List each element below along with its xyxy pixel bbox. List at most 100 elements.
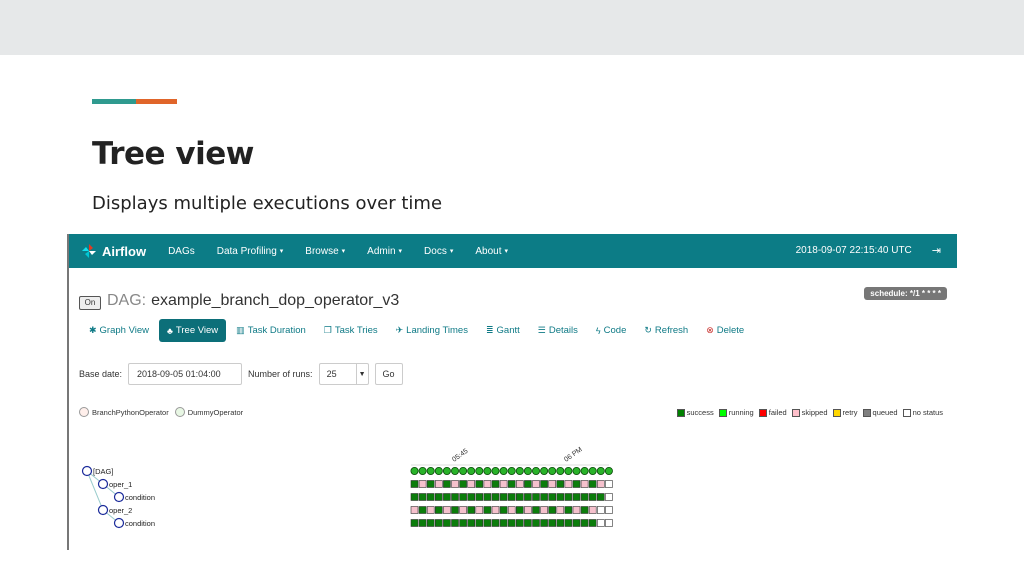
task-instance-square[interactable]: [605, 506, 613, 514]
task-instance-square[interactable]: [548, 519, 557, 527]
task-instance-square[interactable]: [596, 519, 605, 527]
tab-details[interactable]: ☰ Details: [530, 319, 586, 342]
dag-run-circle[interactable]: [531, 467, 540, 476]
task-instance-square[interactable]: [491, 519, 500, 527]
dag-run-circle[interactable]: [515, 467, 524, 476]
dag-run-circle[interactable]: [450, 467, 459, 476]
task-instance-square[interactable]: [426, 506, 435, 514]
task-instance-square[interactable]: [434, 480, 443, 488]
task-instance-square[interactable]: [596, 506, 605, 514]
tree-node-icon[interactable]: [81, 465, 93, 477]
task-instance-square[interactable]: [418, 493, 427, 501]
dag-run-circle[interactable]: [410, 467, 419, 476]
task-instance-square[interactable]: [483, 480, 492, 488]
task-instance-square[interactable]: [475, 506, 484, 514]
dag-run-circle[interactable]: [491, 467, 500, 476]
task-instance-square[interactable]: [451, 519, 459, 527]
dag-run-circle[interactable]: [523, 467, 532, 476]
task-instance-square[interactable]: [580, 493, 589, 501]
task-instance-square[interactable]: [507, 493, 516, 501]
dag-run-circle[interactable]: [604, 467, 613, 476]
task-instance-square[interactable]: [499, 519, 508, 527]
task-instance-square[interactable]: [540, 519, 548, 527]
nav-item-about[interactable]: About ▾: [475, 246, 508, 257]
dag-run-circle[interactable]: [467, 467, 476, 476]
tab-task-tries[interactable]: ❐ Task Tries: [316, 319, 386, 342]
tab-graph-view[interactable]: ✱ Graph View: [81, 319, 157, 342]
dag-run-circle[interactable]: [475, 467, 484, 476]
nav-item-admin[interactable]: Admin ▾: [367, 246, 402, 257]
task-instance-square[interactable]: [451, 506, 459, 514]
go-button[interactable]: Go: [374, 363, 403, 385]
task-instance-square[interactable]: [540, 493, 548, 501]
task-instance-square[interactable]: [475, 480, 484, 488]
task-instance-square[interactable]: [410, 519, 419, 527]
sign-out-icon[interactable]: ⇥: [932, 244, 941, 257]
task-instance-square[interactable]: [596, 480, 605, 488]
tree-node-icon[interactable]: [97, 478, 109, 490]
task-instance-square[interactable]: [418, 519, 427, 527]
task-instance-square[interactable]: [588, 480, 597, 488]
task-instance-square[interactable]: [426, 519, 435, 527]
brand-logo[interactable]: Airflow: [81, 243, 146, 259]
task-instance-square[interactable]: [564, 493, 573, 501]
nav-item-data-profiling[interactable]: Data Profiling ▾: [217, 246, 284, 257]
dag-run-circle[interactable]: [564, 467, 573, 476]
dag-run-circle[interactable]: [426, 467, 435, 476]
dag-run-circle[interactable]: [572, 467, 581, 476]
dag-run-circle[interactable]: [556, 467, 565, 476]
task-instance-square[interactable]: [515, 493, 524, 501]
task-instance-square[interactable]: [548, 480, 557, 488]
task-instance-square[interactable]: [580, 519, 589, 527]
task-instance-square[interactable]: [524, 519, 532, 527]
tree-node-icon[interactable]: [113, 491, 125, 503]
dag-toggle[interactable]: On: [79, 296, 101, 310]
dag-run-circle[interactable]: [548, 467, 557, 476]
task-instance-square[interactable]: [532, 519, 540, 527]
task-instance-square[interactable]: [410, 506, 419, 514]
task-instance-square[interactable]: [467, 493, 476, 501]
task-instance-square[interactable]: [524, 506, 532, 514]
task-instance-square[interactable]: [588, 493, 597, 501]
task-instance-square[interactable]: [515, 506, 524, 514]
task-instance-square[interactable]: [467, 506, 476, 514]
dag-run-circle[interactable]: [580, 467, 589, 476]
task-instance-square[interactable]: [451, 493, 459, 501]
task-instance-square[interactable]: [605, 519, 613, 527]
task-instance-square[interactable]: [475, 519, 484, 527]
task-instance-square[interactable]: [499, 480, 508, 488]
dag-run-circle[interactable]: [434, 467, 443, 476]
task-instance-square[interactable]: [459, 506, 467, 514]
dag-run-circle[interactable]: [499, 467, 508, 476]
tree-node-icon[interactable]: [97, 504, 109, 516]
task-instance-square[interactable]: [588, 519, 597, 527]
task-instance-square[interactable]: [564, 480, 573, 488]
dag-run-circle[interactable]: [442, 467, 451, 476]
task-instance-square[interactable]: [459, 519, 467, 527]
task-instance-square[interactable]: [515, 519, 524, 527]
task-instance-square[interactable]: [426, 493, 435, 501]
task-instance-square[interactable]: [532, 493, 540, 501]
task-instance-square[interactable]: [418, 480, 427, 488]
nav-item-docs[interactable]: Docs ▾: [424, 246, 453, 257]
task-instance-square[interactable]: [524, 493, 532, 501]
task-instance-square[interactable]: [491, 493, 500, 501]
task-instance-square[interactable]: [540, 480, 548, 488]
task-instance-square[interactable]: [532, 506, 540, 514]
task-instance-square[interactable]: [572, 480, 581, 488]
task-instance-square[interactable]: [426, 480, 435, 488]
task-instance-square[interactable]: [499, 506, 508, 514]
task-instance-square[interactable]: [556, 480, 565, 488]
tab-task-duration[interactable]: ▥ Task Duration: [228, 319, 314, 342]
task-instance-square[interactable]: [572, 519, 581, 527]
task-instance-square[interactable]: [507, 519, 516, 527]
nav-item-browse[interactable]: Browse ▾: [305, 246, 345, 257]
task-instance-square[interactable]: [434, 493, 443, 501]
num-runs-select[interactable]: 25 ▼: [318, 363, 369, 385]
tab-delete[interactable]: ⊗ Delete: [698, 319, 752, 342]
tab-refresh[interactable]: ↻ Refresh: [636, 319, 696, 342]
task-instance-square[interactable]: [596, 493, 605, 501]
task-instance-square[interactable]: [434, 506, 443, 514]
task-instance-square[interactable]: [443, 506, 451, 514]
task-instance-square[interactable]: [499, 493, 508, 501]
